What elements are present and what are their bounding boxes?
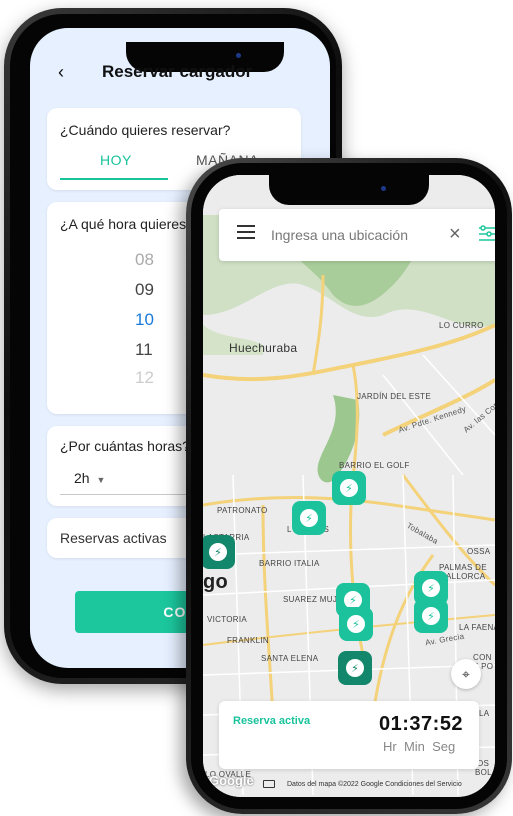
timer-units: Hr Min Seg	[383, 739, 456, 754]
charger-pin-selected[interactable]: ⚡	[338, 651, 372, 685]
map-label: LO CURRO	[439, 321, 484, 330]
map-label: BARRIO EL GOLF	[339, 461, 410, 470]
close-icon[interactable]: ×	[449, 223, 461, 246]
map-label: BARRIO ITALIA	[259, 559, 320, 568]
map-label: VICTORIA	[207, 615, 248, 624]
lightning-bolt-icon: ⚡	[422, 579, 440, 597]
hour-option[interactable]: 09	[135, 280, 154, 300]
charger-pin[interactable]: ⚡	[339, 607, 373, 641]
map-label: SUAREZ MUJ	[283, 595, 338, 604]
reservation-timer: 01:37:52	[379, 713, 464, 735]
map-label: BOL	[475, 768, 492, 777]
charger-pin[interactable]: ⚡	[203, 535, 235, 569]
map-label: CON	[473, 653, 492, 662]
hour-option[interactable]: 11	[135, 340, 153, 360]
map-label: go	[203, 571, 229, 593]
charger-pin[interactable]: ⚡	[332, 471, 366, 505]
duration-select[interactable]: 2h ▼	[74, 470, 105, 486]
back-arrow-icon[interactable]: ‹	[58, 62, 64, 83]
active-reservation-label: Reserva activa	[233, 715, 311, 727]
map-label: LA FAENA	[459, 623, 495, 632]
lightning-bolt-icon: ⚡	[209, 543, 227, 561]
lightning-bolt-icon: ⚡	[300, 509, 318, 527]
hour-option[interactable]: 08	[135, 250, 154, 270]
duration-question: ¿Por cuántas horas?	[60, 438, 190, 454]
my-location-button[interactable]: ⌖	[451, 659, 481, 689]
hour-question: ¿A qué hora quieres	[60, 216, 187, 232]
crosshair-icon: ⌖	[462, 665, 470, 682]
map-label: SANTA ELENA	[261, 654, 319, 663]
tab-active-indicator	[60, 178, 168, 180]
map-label: PALMAS DE	[439, 563, 487, 572]
tab-today[interactable]: HOY	[100, 152, 132, 168]
active-reservations-label: Reservas activas	[60, 530, 167, 546]
front-camera-icon	[236, 53, 241, 58]
charger-pin[interactable]: ⚡	[414, 599, 448, 633]
map-label: PATRONATO	[217, 506, 268, 515]
page-title: Reservar cargador	[102, 62, 253, 81]
filter-icon[interactable]	[479, 225, 495, 241]
map-attribution[interactable]: Datos del mapa ©2022 Google Condiciones …	[287, 781, 462, 788]
map-label: JARDÍN DEL ESTE	[357, 392, 431, 401]
lightning-bolt-icon: ⚡	[346, 659, 364, 677]
charger-pin[interactable]: ⚡	[292, 501, 326, 535]
front-phone-notch	[269, 175, 429, 205]
map-label: LA	[479, 709, 490, 718]
hamburger-menu-icon[interactable]	[237, 225, 255, 239]
map-screen: Ingresa una ubicación × Huechuraba LO CU…	[203, 175, 495, 797]
map-label: OSSA	[467, 547, 491, 556]
duration-value: 2h	[74, 470, 90, 486]
hour-option[interactable]: 12	[135, 368, 154, 388]
lightning-bolt-icon: ⚡	[422, 607, 440, 625]
hour-option-selected[interactable]: 10	[135, 310, 154, 330]
lightning-bolt-icon: ⚡	[347, 615, 365, 633]
when-question: ¿Cuándo quieres reservar?	[60, 122, 231, 138]
chevron-down-icon: ▼	[96, 475, 106, 485]
front-camera-icon	[381, 186, 386, 191]
map-label: FRANKLIN	[227, 636, 269, 645]
search-input[interactable]: Ingresa una ubicación	[271, 227, 408, 243]
map-label: Huechuraba	[229, 341, 298, 355]
google-logo: Google	[209, 773, 254, 788]
lightning-bolt-icon: ⚡	[340, 479, 358, 497]
keyboard-icon[interactable]	[263, 780, 275, 788]
